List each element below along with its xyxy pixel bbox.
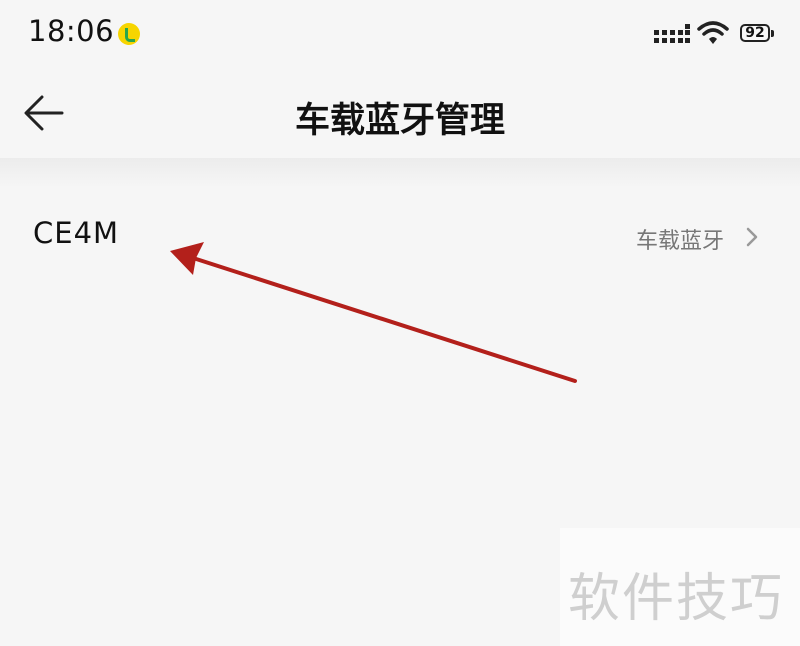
device-name: CE4M [33, 216, 120, 250]
status-bar: 18:06 92 [0, 0, 800, 70]
chevron-right-icon [746, 227, 758, 247]
music-app-icon [118, 23, 140, 45]
page-title: 车载蓝牙管理 [294, 101, 505, 141]
signal-icon [654, 24, 690, 43]
battery-level: 92 [745, 25, 765, 41]
device-type-label: 车载蓝牙 [635, 229, 724, 254]
wifi-icon [697, 21, 729, 44]
device-row-ce4m[interactable]: CE4M 车载蓝牙 [0, 196, 800, 282]
watermark-text: 软件技巧 [568, 569, 785, 629]
header-shadow [0, 158, 800, 188]
header-bar: 车载蓝牙管理 [0, 70, 800, 158]
status-time: 18:06 [28, 14, 115, 48]
battery-icon: 92 [740, 24, 774, 42]
